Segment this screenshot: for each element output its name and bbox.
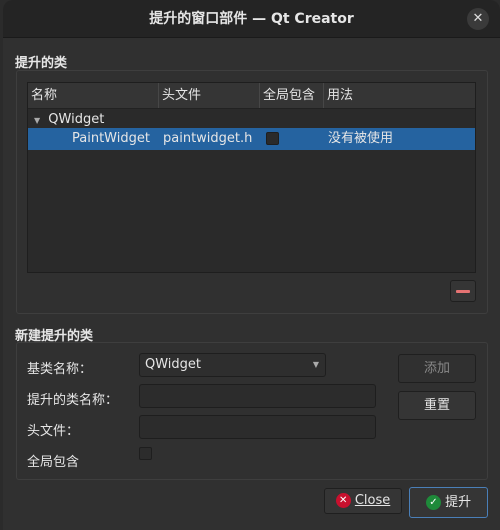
header-global[interactable]: 全局包含 [260, 83, 324, 108]
title-bar: 提升的窗口部件 — Qt Creator ✕ [3, 0, 500, 38]
remove-button[interactable] [450, 280, 476, 302]
global-include-checkbox[interactable] [266, 132, 279, 145]
tree-group-row[interactable]: ▼ QWidget [28, 109, 475, 130]
header-file[interactable]: 头文件 [159, 83, 260, 108]
header-name[interactable]: 名称 [28, 83, 159, 108]
window-title: 提升的窗口部件 — Qt Creator [149, 11, 354, 27]
table-row[interactable]: PaintWidget paintwidget.h 没有被使用 [28, 128, 475, 150]
close-label: Close [354, 493, 391, 508]
header-usage[interactable]: 用法 [324, 83, 475, 108]
close-button[interactable]: ✕ Close [324, 488, 402, 514]
dialog: 提升的窗口部件 — Qt Creator ✕ 提升的类 名称 头文件 全局包含 … [3, 0, 500, 530]
class-name: PaintWidget [72, 131, 150, 146]
check-circle-icon: ✓ [425, 495, 441, 510]
promoted-classes-label: 提升的类 [15, 56, 68, 71]
group-name: QWidget [48, 112, 105, 127]
chevron-down-icon: ▼ [312, 360, 319, 369]
header-file-input[interactable] [139, 415, 376, 439]
base-class-label: 基类名称： [27, 362, 93, 377]
close-icon[interactable]: ✕ [467, 8, 489, 30]
global-include-checkbox[interactable] [139, 447, 152, 460]
header-file: paintwidget.h [163, 131, 253, 146]
base-class-combo[interactable]: QWidget ▼ [139, 353, 326, 377]
close-circle-icon: ✕ [335, 493, 351, 508]
expand-arrow-icon[interactable]: ▼ [34, 116, 40, 125]
reset-button[interactable]: 重置 [398, 391, 476, 420]
add-button[interactable]: 添加 [398, 354, 476, 383]
promoted-classes-tree[interactable]: 名称 头文件 全局包含 用法 ▼ QWidget PaintWidget pai… [27, 82, 476, 273]
tree-header: 名称 头文件 全局包含 用法 [28, 83, 475, 109]
global-include-label: 全局包含 [27, 455, 80, 470]
header-file-label: 头文件： [27, 424, 80, 439]
class-name-label: 提升的类名称： [27, 393, 119, 408]
minus-icon [456, 290, 470, 293]
promote-label: 提升 [445, 495, 472, 510]
class-name-input[interactable] [139, 384, 376, 408]
base-class-value: QWidget [145, 357, 202, 372]
usage: 没有被使用 [328, 131, 394, 146]
promote-button[interactable]: ✓ 提升 [409, 487, 488, 518]
